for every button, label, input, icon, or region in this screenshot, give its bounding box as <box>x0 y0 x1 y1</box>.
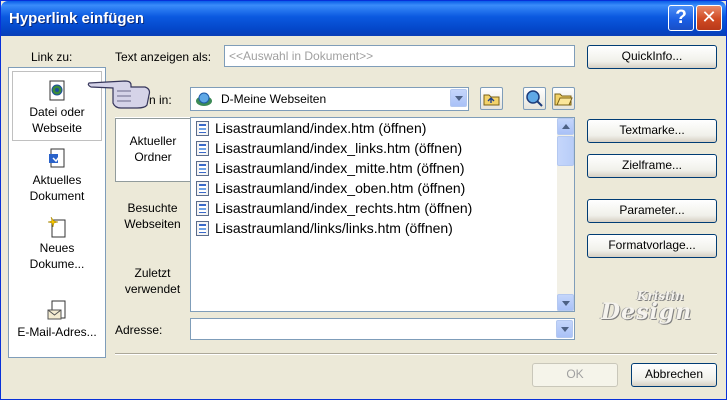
tab-visited-pages-label: Besuchte Webseiten <box>124 201 181 231</box>
list-item[interactable]: Lisastraumland/index_mitte.htm (öffnen) <box>196 159 465 177</box>
scroll-up-button[interactable] <box>557 118 574 135</box>
html-file-icon <box>196 181 209 196</box>
pointing-hand-icon <box>87 77 153 109</box>
address-input[interactable] <box>190 318 575 340</box>
search-in-label: n in: <box>149 93 172 107</box>
list-item[interactable]: Lisastraumland/index_rechts.htm (öffnen) <box>196 199 472 217</box>
display-text-input[interactable]: <<Auswahl in Dokument>> <box>224 45 575 67</box>
tab-visited-pages[interactable]: Besuchte Webseiten <box>115 200 190 232</box>
link-to-email[interactable]: E-Mail-Adres... <box>12 300 102 342</box>
location-tabs: Aktueller Ordner Besuchte Webseiten Zule… <box>115 117 190 312</box>
hyperlink-dialog: Hyperlink einfügen ? ✕ Link zu: Datei od… <box>0 0 727 400</box>
html-file-icon <box>196 221 209 236</box>
browse-file-button[interactable] <box>552 87 575 110</box>
new-document-icon <box>46 216 68 238</box>
display-text-label: Text anzeigen als: <box>115 50 212 64</box>
scroll-down-button[interactable] <box>557 294 574 311</box>
chevron-down-icon[interactable] <box>450 89 467 107</box>
link-to-email-label: E-Mail-Adres... <box>17 325 97 339</box>
tab-current-folder[interactable]: Aktueller Ordner <box>115 118 190 182</box>
designer-watermark: Kristin Design <box>601 289 693 325</box>
link-to-current-document[interactable]: Aktuelles Dokument <box>12 148 102 203</box>
document-icon <box>46 148 68 170</box>
display-text-value: <<Auswahl in Dokument>> <box>229 49 374 63</box>
cancel-button[interactable]: Abbrechen <box>631 363 717 387</box>
list-item[interactable]: Lisastraumland/index.htm (öffnen) <box>196 119 426 137</box>
ok-button[interactable]: OK <box>532 363 618 387</box>
html-file-icon <box>196 161 209 176</box>
separator-line <box>115 353 717 355</box>
tab-recent-files[interactable]: Zuletzt verwendet <box>115 265 190 297</box>
web-file-icon <box>46 80 68 102</box>
chevron-down-icon[interactable] <box>556 320 573 338</box>
address-label: Adresse: <box>115 323 163 337</box>
quickinfo-button[interactable]: QuickInfo... <box>587 45 717 69</box>
title-bar[interactable]: Hyperlink einfügen ? ✕ <box>1 1 726 36</box>
link-to-panel: Datei oder Webseite Aktuelles Dokument N… <box>8 67 106 358</box>
email-icon <box>46 300 68 322</box>
help-button[interactable]: ? <box>668 5 694 31</box>
link-to-new-document-label: Neues Dokume... <box>29 241 85 271</box>
link-to-current-document-label: Aktuelles Dokument <box>29 173 85 203</box>
html-file-icon <box>196 201 209 216</box>
browse-web-button[interactable] <box>523 87 546 110</box>
file-list[interactable]: Lisastraumland/index.htm (öffnen) Lisast… <box>190 117 575 312</box>
parameters-button[interactable]: Parameter... <box>587 199 717 223</box>
list-item[interactable]: Lisastraumland/index_links.htm (öffnen) <box>196 139 462 157</box>
html-file-icon <box>196 141 209 156</box>
bookmark-button[interactable]: Textmarke... <box>587 119 717 143</box>
window-title: Hyperlink einfügen <box>9 10 145 27</box>
link-to-file-web-page-label: Datei oder Webseite <box>29 105 85 135</box>
list-item[interactable]: Lisastraumland/index_oben.htm (öffnen) <box>196 179 465 197</box>
link-to-new-document[interactable]: Neues Dokume... <box>12 216 102 271</box>
style-button[interactable]: Formatvorlage... <box>587 234 717 258</box>
search-in-dropdown[interactable]: D-Meine Webseiten <box>190 87 469 111</box>
scroll-thumb[interactable] <box>557 136 574 166</box>
close-button[interactable]: ✕ <box>696 5 722 31</box>
target-frame-button[interactable]: Zielframe... <box>587 154 717 178</box>
file-list-scrollbar[interactable] <box>557 118 574 311</box>
up-folder-button[interactable] <box>480 87 503 110</box>
html-file-icon <box>196 121 209 136</box>
tab-recent-files-label: Zuletzt verwendet <box>124 266 181 296</box>
list-item[interactable]: Lisastraumland/links/links.htm (öffnen) <box>196 219 453 237</box>
globe-folder-icon <box>195 91 213 110</box>
search-in-value: D-Meine Webseiten <box>221 92 327 106</box>
link-to-label: Link zu: <box>31 50 73 64</box>
tab-current-folder-label: Aktueller Ordner <box>129 134 177 164</box>
